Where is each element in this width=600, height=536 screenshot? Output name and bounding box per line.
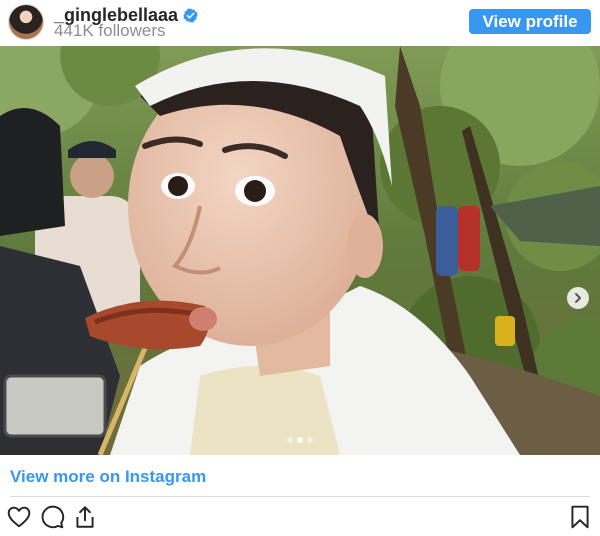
view-more-link[interactable]: View more on Instagram xyxy=(10,466,206,488)
post-header: _ginglebellaaa 441K followers View profi… xyxy=(0,0,600,46)
carousel-dot xyxy=(307,437,313,443)
carousel-dot xyxy=(297,437,303,443)
heart-icon[interactable] xyxy=(6,504,32,530)
avatar[interactable] xyxy=(9,5,43,39)
verified-badge-icon xyxy=(183,7,198,23)
carousel-indicator xyxy=(0,437,600,443)
carousel-dot xyxy=(287,437,293,443)
divider xyxy=(10,496,590,497)
photo-illustration xyxy=(0,46,600,455)
chevron-right-icon xyxy=(575,293,581,303)
bookmark-icon[interactable] xyxy=(567,504,593,530)
action-bar xyxy=(0,502,600,532)
view-profile-button[interactable]: View profile xyxy=(469,9,591,34)
carousel-next-button[interactable] xyxy=(567,287,589,309)
follower-count: 441K followers xyxy=(54,21,166,40)
comment-icon[interactable] xyxy=(39,504,65,530)
instagram-embed-card: _ginglebellaaa 441K followers View profi… xyxy=(0,0,600,536)
share-icon[interactable] xyxy=(72,504,98,530)
post-photo[interactable] xyxy=(0,46,600,455)
